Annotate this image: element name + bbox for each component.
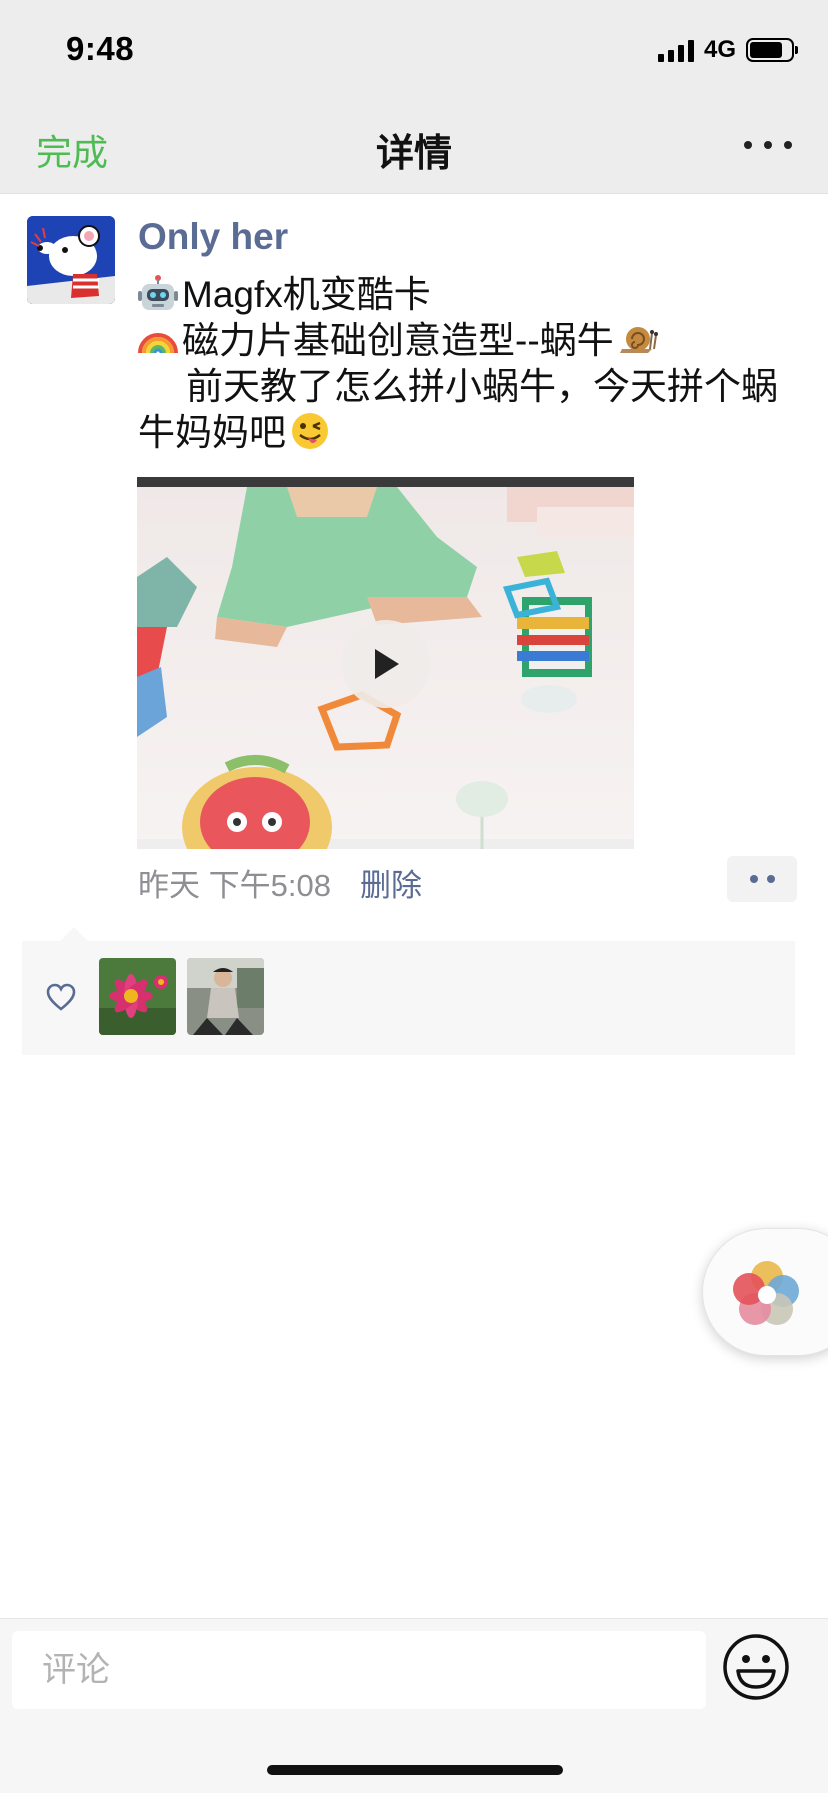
- emoji-smile-icon[interactable]: [722, 1633, 790, 1701]
- author-name[interactable]: Only her: [138, 216, 288, 258]
- comment-input[interactable]: [12, 1631, 706, 1709]
- post-text: Magfx机变酷卡 磁力片基础创意造型--蜗牛 前天教了怎么拼小蜗牛，今天拼个蜗…: [138, 272, 804, 456]
- post-line-3: 前天教了怎么拼小蜗牛，今天拼个蜗牛妈妈吧: [138, 364, 804, 456]
- post-line-2: 磁力片基础创意造型--蜗牛: [138, 318, 804, 364]
- likes-arrow: [60, 927, 88, 941]
- avatar[interactable]: [27, 216, 115, 304]
- battery-icon: [746, 38, 798, 62]
- post-line-1: Magfx机变酷卡: [138, 272, 804, 318]
- flower-logo-icon: [733, 1261, 799, 1325]
- snail-emoji-icon: [619, 327, 658, 353]
- status-time: 9:48: [66, 30, 135, 67]
- post-line-1-text: Magfx机变酷卡: [182, 274, 431, 315]
- winking-tongue-emoji-icon: [292, 413, 328, 449]
- signal-icon: [657, 38, 694, 62]
- liker-avatar-person[interactable]: [187, 958, 264, 1035]
- video-thumbnail[interactable]: [137, 477, 634, 849]
- post-time: 昨天 下午5:08: [138, 868, 331, 903]
- more-options-icon[interactable]: [744, 128, 792, 162]
- delete-link[interactable]: 删除: [360, 860, 422, 905]
- post-line-3-text: 前天教了怎么拼小蜗牛，今天拼个蜗牛妈妈吧: [138, 366, 778, 453]
- status-indicators: 4G: [657, 36, 798, 64]
- rainbow-emoji-icon: [138, 333, 178, 354]
- comment-bar: [0, 1618, 828, 1793]
- network-label: 4G: [703, 36, 736, 63]
- comment-like-menu-button[interactable]: [727, 856, 797, 902]
- liker-avatar-flower[interactable]: [99, 958, 176, 1035]
- top-bar: 9:48 4G 完成 详情: [0, 0, 828, 194]
- page-title: 详情: [375, 133, 452, 175]
- play-button[interactable]: [342, 620, 430, 708]
- post-line-2-text: 磁力片基础创意造型--蜗牛: [182, 320, 614, 361]
- robot-emoji-icon: [138, 275, 178, 310]
- home-indicator: [267, 1765, 563, 1775]
- heart-icon: [46, 983, 76, 1011]
- likes-panel: [22, 927, 795, 1055]
- floating-assistant-button[interactable]: [702, 1228, 828, 1356]
- play-icon: [375, 649, 399, 679]
